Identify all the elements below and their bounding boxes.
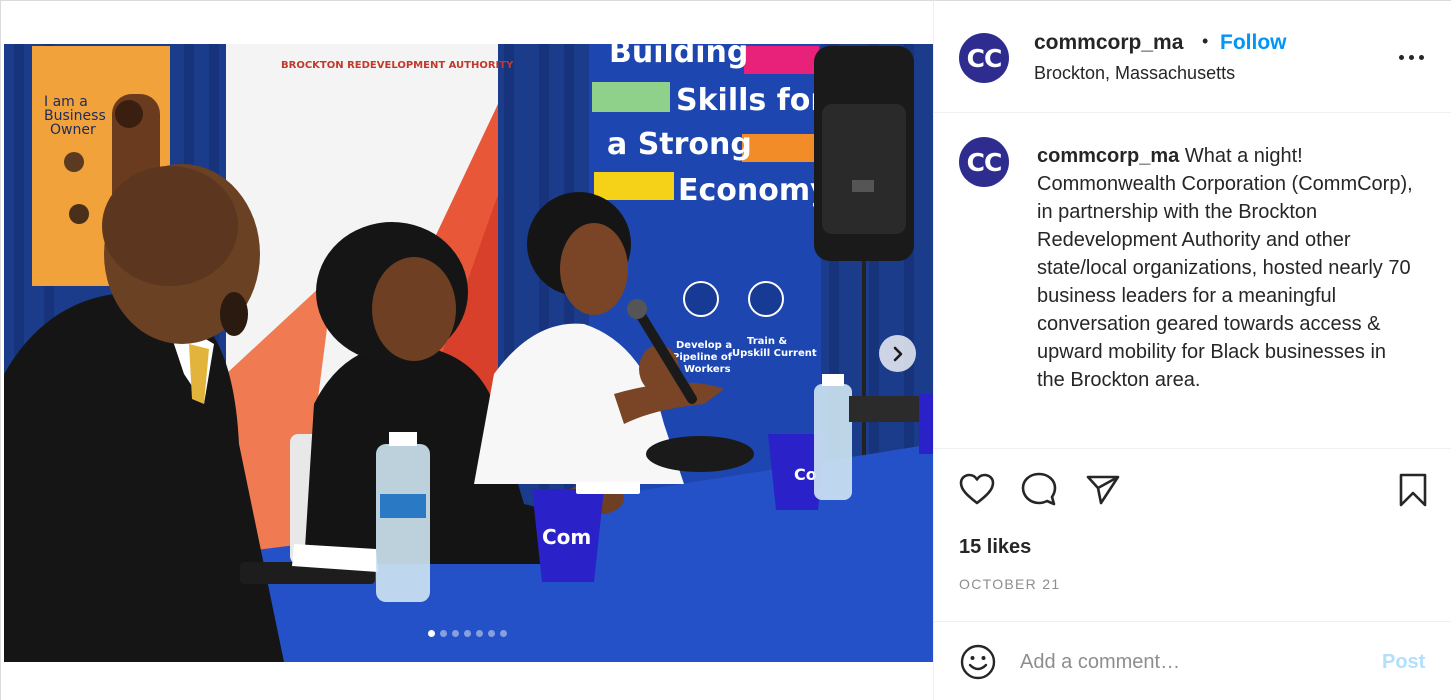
separator-dot: • xyxy=(1202,31,1209,51)
banner-item2-line1: Train & xyxy=(747,336,787,347)
more-options-button[interactable] xyxy=(1398,41,1426,71)
chevron-right-icon xyxy=(893,346,902,361)
post-comment-button[interactable]: Post xyxy=(1382,651,1425,674)
post-sidebar: CC commcorp_ma • Follow Brockton, Massac… xyxy=(933,0,1451,700)
authority-banner-text: BROCKTON REDEVELOPMENT AUTHORITY xyxy=(281,60,514,71)
caption-username[interactable]: commcorp_ma xyxy=(1037,145,1179,167)
banner-item1-line2: Pipeline of xyxy=(672,352,733,363)
share-button[interactable] xyxy=(1084,471,1122,509)
follow-button[interactable]: Follow xyxy=(1220,31,1287,55)
next-slide-button[interactable] xyxy=(879,335,916,372)
save-button[interactable] xyxy=(1394,471,1432,509)
like-button[interactable] xyxy=(958,471,996,509)
banner-line1: Building xyxy=(609,44,748,70)
carousel-indicator xyxy=(1,630,934,637)
caption-text: What a night! Commonwealth Corporation (… xyxy=(1037,145,1413,391)
carousel-dot xyxy=(464,630,471,637)
carousel-dot xyxy=(428,630,435,637)
banner-line3: a Strong xyxy=(607,127,752,162)
paper-plane-icon xyxy=(1086,475,1120,505)
more-dot xyxy=(1419,55,1424,60)
banner-line4: Economy xyxy=(678,173,830,208)
avatar-initials: CC xyxy=(966,43,1003,73)
avatar-initials: CC xyxy=(966,147,1003,177)
comment-input[interactable] xyxy=(1020,645,1370,679)
post-photo[interactable]: I am a Business Owner BROCKTON REDEVELOP… xyxy=(4,44,933,662)
avatar[interactable]: CC xyxy=(959,33,1009,83)
banner-item1-line1: Develop a xyxy=(676,340,732,351)
heart-icon xyxy=(959,473,995,505)
photo-illustration: I am a Business Owner BROCKTON REDEVELOP… xyxy=(4,44,933,662)
cup-text: Com xyxy=(542,525,591,549)
smiley-icon xyxy=(960,644,996,680)
banner-item2-line2: Upskill Current xyxy=(732,348,817,359)
comment-icon xyxy=(1021,472,1057,506)
bookmark-icon xyxy=(1399,473,1427,507)
comment-button[interactable] xyxy=(1020,471,1058,509)
carousel-dot xyxy=(452,630,459,637)
more-dot xyxy=(1409,55,1414,60)
banner-line2: Skills for xyxy=(676,83,825,118)
caption-avatar[interactable]: CC xyxy=(959,137,1009,187)
like-count[interactable]: 15 likes xyxy=(959,536,1031,559)
carousel-dot xyxy=(476,630,483,637)
post-caption: commcorp_ma What a night! Commonwealth C… xyxy=(1037,142,1417,394)
banner-item1-line3: Workers xyxy=(684,364,731,375)
carousel-dot xyxy=(440,630,447,637)
emoji-button[interactable] xyxy=(959,643,997,681)
divider xyxy=(934,621,1451,622)
poster-line3: Owner xyxy=(50,122,96,138)
divider xyxy=(934,112,1451,113)
divider xyxy=(934,448,1451,449)
carousel-dot xyxy=(500,630,507,637)
post-date[interactable]: OCTOBER 21 xyxy=(959,576,1060,592)
post-media: I am a Business Owner BROCKTON REDEVELOP… xyxy=(0,0,933,700)
post-username[interactable]: commcorp_ma xyxy=(1034,31,1183,55)
post-location[interactable]: Brockton, Massachusetts xyxy=(1034,63,1235,84)
carousel-dot xyxy=(488,630,495,637)
more-horizontal-icon xyxy=(1399,55,1404,60)
cup-text-back: Co xyxy=(794,465,817,484)
